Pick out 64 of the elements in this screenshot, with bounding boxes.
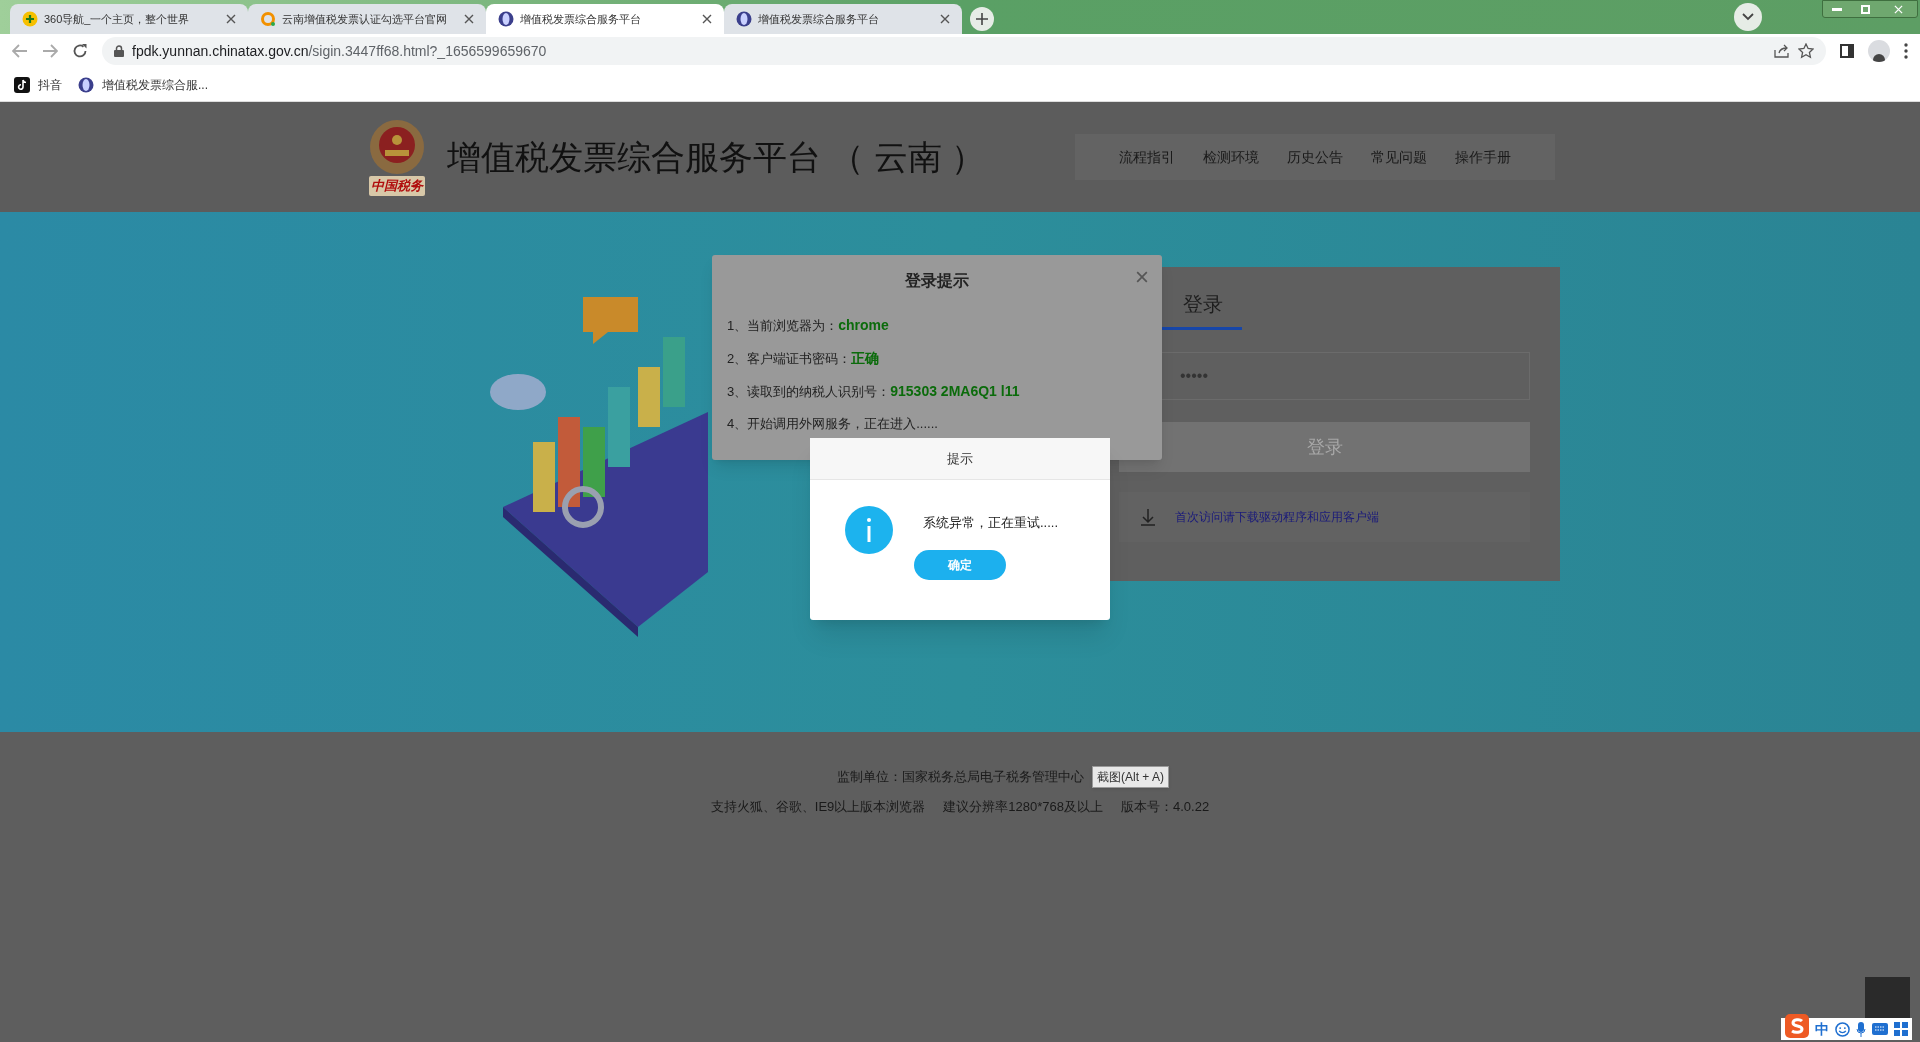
- confirm-button[interactable]: 确定: [914, 550, 1006, 580]
- browser-tab[interactable]: 360导航_一个主页，整个世界: [10, 4, 248, 34]
- emblem-caption: 中国税务: [369, 176, 425, 196]
- status-line: 1、当前浏览器为：chrome: [727, 316, 890, 335]
- close-icon[interactable]: [226, 14, 236, 24]
- info-icon: [845, 506, 893, 554]
- share-icon[interactable]: [1774, 44, 1790, 58]
- tab-title: 增值税发票综合服务平台: [758, 11, 880, 27]
- nav-link[interactable]: 检测环境: [1203, 146, 1259, 168]
- browser-tab[interactable]: 云南增值税发票认证勾选平台官网: [248, 4, 486, 34]
- alert-message: 系统异常，正在重试.....: [923, 514, 1059, 533]
- keyboard-icon[interactable]: [1872, 1023, 1888, 1035]
- status-line: 2、客户端证书密码：正确: [727, 349, 881, 368]
- nav-link[interactable]: 历史公告: [1287, 146, 1343, 168]
- download-icon[interactable]: [1139, 508, 1157, 526]
- nav-link[interactable]: 常见问题: [1371, 146, 1427, 168]
- globe-icon: [498, 11, 514, 27]
- grid-icon[interactable]: [1894, 1022, 1908, 1036]
- nav-link[interactable]: 操作手册: [1455, 146, 1511, 168]
- tab-list-button[interactable]: [1734, 3, 1762, 31]
- footer-text: 监制单位：国家税务总局电子税务管理中心: [836, 768, 1084, 786]
- ring-icon: [260, 11, 276, 27]
- lock-icon: [114, 45, 124, 57]
- tooltip: 截图(Alt + A): [1092, 766, 1169, 788]
- footer-text: 建议分辨率1280*768及以上: [943, 797, 1103, 816]
- bookmark-item[interactable]: 增值税发票综合服...: [78, 75, 208, 94]
- national-emblem-icon: [368, 118, 426, 177]
- status-line: 3、读取到的纳税人识别号：915303 2MA6Q1 l11: [727, 382, 1021, 401]
- address-field[interactable]: fpdk.yunnan.chinatax.gov.cn/sigin.3447ff68.html?_1656599659670: [102, 37, 1826, 65]
- dialog-title: 登录提示: [905, 271, 969, 291]
- status-line: 4、开始调用外网服务，正在进入......: [727, 415, 939, 433]
- globe-icon: [78, 76, 94, 93]
- music-note-icon: [14, 76, 30, 93]
- download-link[interactable]: 首次访问请下载驱动程序和应用客户端: [1175, 508, 1379, 526]
- footer-text: 版本号：4.0.22: [1121, 797, 1210, 816]
- microphone-icon[interactable]: [1856, 1021, 1866, 1037]
- ime-language-toggle[interactable]: 中: [1815, 1018, 1829, 1040]
- tab-title: 云南增值税发票认证勾选平台官网: [282, 11, 448, 27]
- alert-title: 提示: [947, 449, 973, 468]
- close-window-icon[interactable]: [1893, 4, 1903, 14]
- new-tab-button[interactable]: [970, 7, 994, 31]
- site-title: 增值税发票综合服务平台 （ 云南 ）: [447, 136, 986, 178]
- star-icon[interactable]: [1798, 43, 1814, 59]
- close-icon[interactable]: [464, 14, 474, 24]
- nav-link[interactable]: 流程指引: [1119, 146, 1175, 168]
- menu-icon[interactable]: [1904, 43, 1908, 59]
- globe-icon: [736, 11, 752, 27]
- plus-icon: [976, 13, 988, 25]
- bookmark-item[interactable]: 抖音: [14, 75, 62, 94]
- browser-tab[interactable]: 增值税发票综合服务平台: [486, 4, 724, 34]
- close-icon[interactable]: [702, 14, 712, 24]
- footer-text: 支持火狐、谷歌、IE9以上版本浏览器: [710, 797, 926, 816]
- close-icon[interactable]: [940, 14, 950, 24]
- url-text: fpdk.yunnan.chinatax.gov.cn/sigin.3447ff68.html?_1656599659670: [132, 41, 547, 61]
- tab-title: 360导航_一个主页，整个世界: [44, 11, 191, 27]
- chevron-down-icon: [1742, 13, 1754, 21]
- plus-circle-icon: [22, 11, 38, 27]
- tab-title: 增值税发票综合服务平台: [520, 11, 642, 27]
- browser-tab[interactable]: 增值税发票综合服务平台: [724, 4, 962, 34]
- ime-logo-icon[interactable]: [1785, 1014, 1809, 1038]
- profile-avatar-icon[interactable]: [1868, 40, 1890, 62]
- side-panel-icon[interactable]: [1840, 44, 1854, 58]
- smiley-icon[interactable]: [1835, 1021, 1850, 1037]
- reload-icon[interactable]: [72, 43, 88, 59]
